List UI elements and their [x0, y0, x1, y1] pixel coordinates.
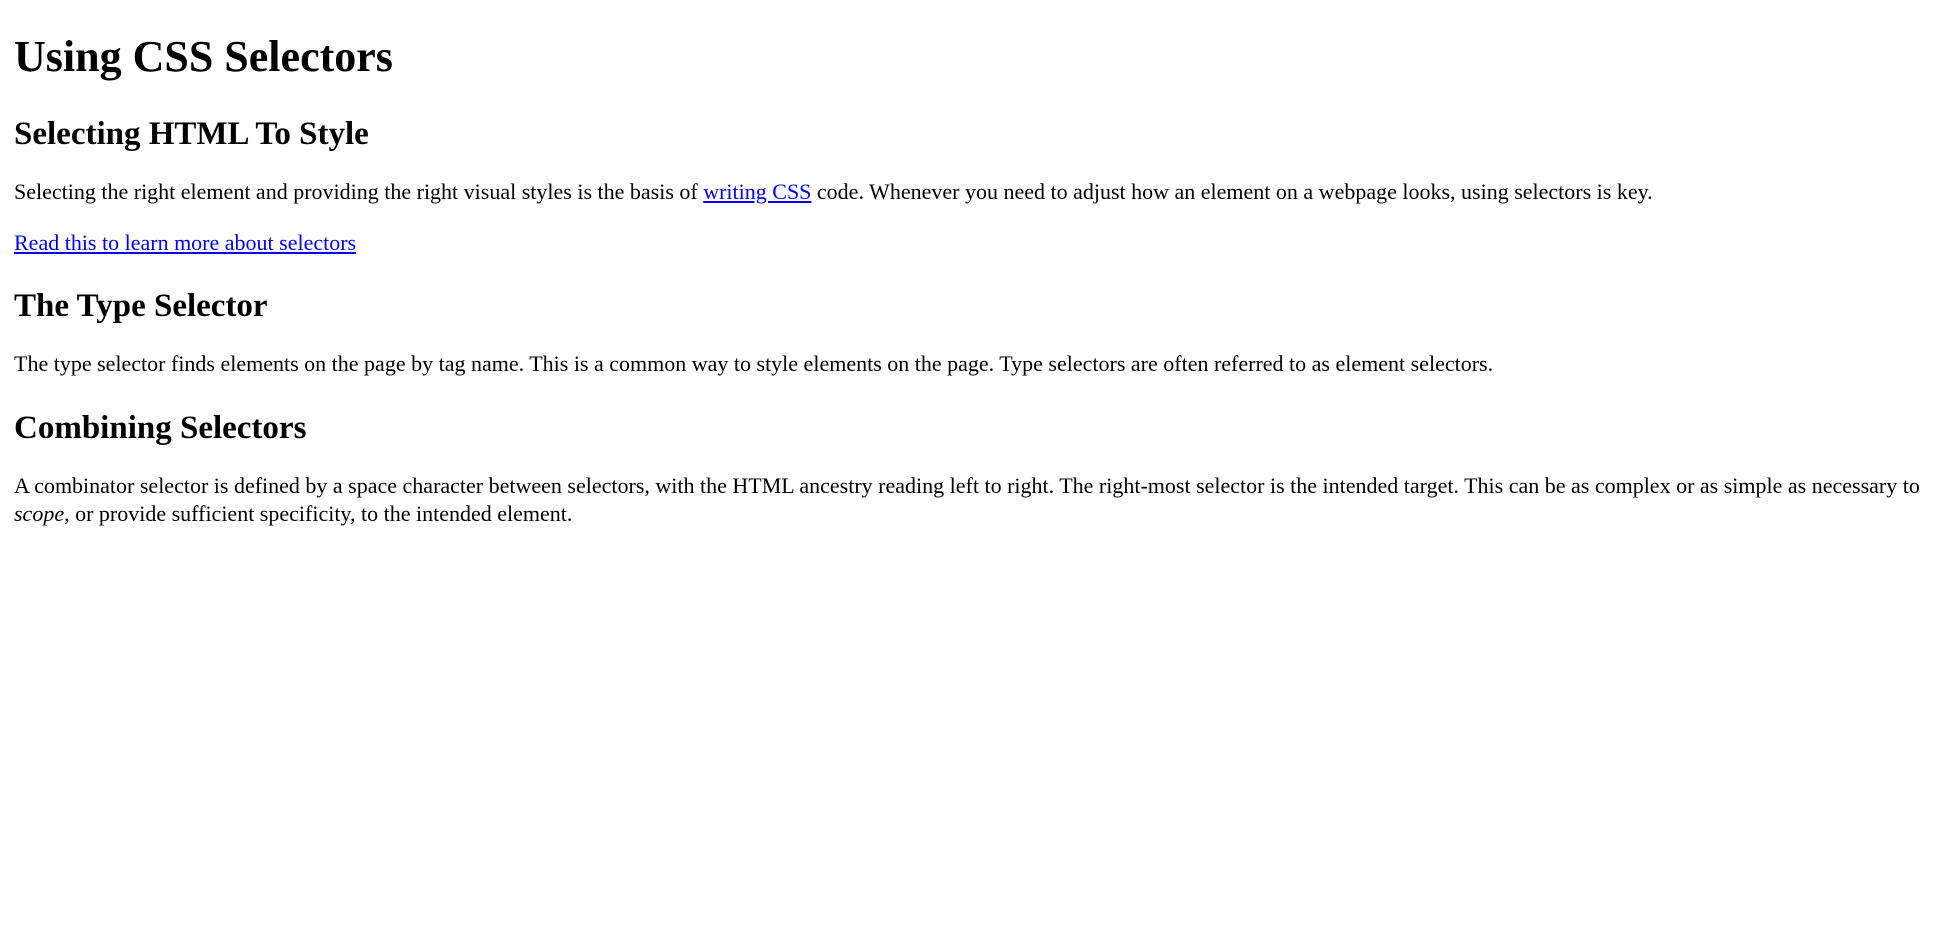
learn-more-paragraph: Read this to learn more about selectors	[14, 229, 1926, 258]
page-title: Using CSS Selectors	[14, 28, 1926, 85]
type-paragraph: The type selector finds elements on the …	[14, 350, 1926, 379]
section-heading-type: The Type Selector	[14, 285, 1926, 328]
combining-paragraph: A combinator selector is defined by a sp…	[14, 472, 1926, 529]
scope-emphasis: scope	[14, 501, 64, 526]
writing-css-link[interactable]: writing CSS	[703, 179, 811, 204]
combining-text-after: , or provide sufficient specificity, to …	[64, 501, 572, 526]
intro-paragraph: Selecting the right element and providin…	[14, 178, 1926, 207]
intro-text-after: code. Whenever you need to adjust how an…	[811, 179, 1652, 204]
section-heading-combining: Combining Selectors	[14, 407, 1926, 450]
section-heading-intro: Selecting HTML To Style	[14, 113, 1926, 156]
intro-text-before: Selecting the right element and providin…	[14, 179, 703, 204]
combining-text-before: A combinator selector is defined by a sp…	[14, 473, 1920, 498]
learn-more-link[interactable]: Read this to learn more about selectors	[14, 230, 356, 255]
